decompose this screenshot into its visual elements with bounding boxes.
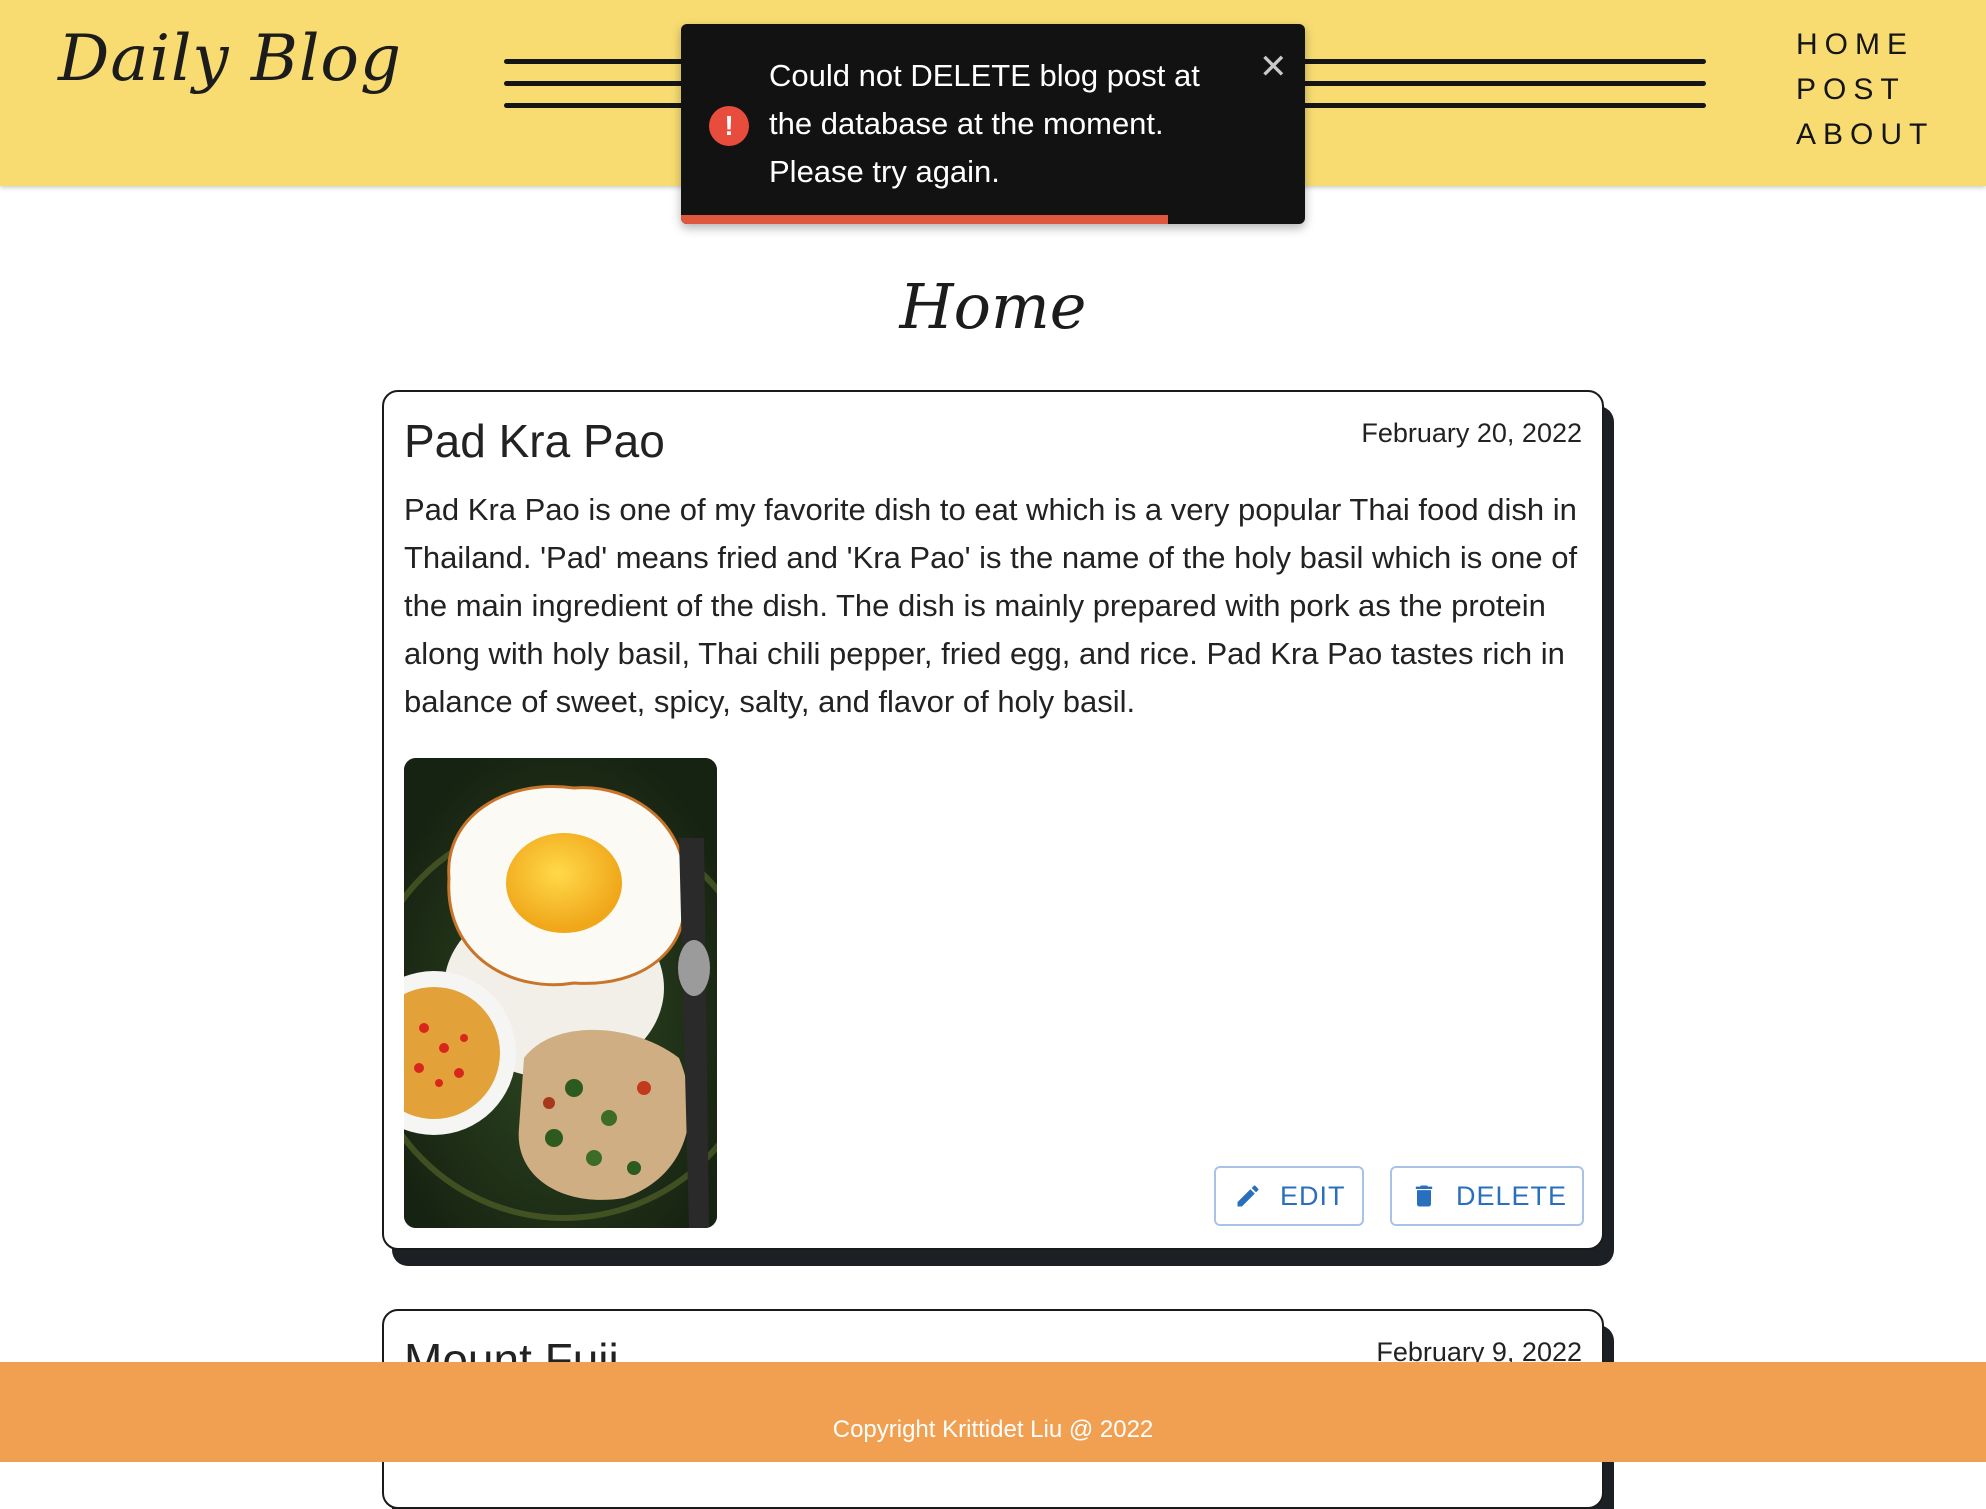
delete-button[interactable]: DELETE bbox=[1390, 1166, 1584, 1226]
site-footer: Copyright Krittidet Liu @ 2022 bbox=[0, 1362, 1986, 1462]
main-nav: HOME POST ABOUT bbox=[1796, 22, 1934, 157]
blog-post-card: Pad Kra Pao February 20, 2022 Pad Kra Pa… bbox=[382, 390, 1604, 1250]
trash-icon bbox=[1415, 1185, 1433, 1207]
nav-about-link[interactable]: ABOUT bbox=[1796, 112, 1934, 157]
edit-button[interactable]: EDIT bbox=[1214, 1166, 1364, 1226]
site-logo[interactable]: Daily Blog bbox=[58, 22, 402, 96]
pencil-icon bbox=[1237, 1185, 1259, 1207]
delete-button-label: DELETE bbox=[1456, 1180, 1568, 1211]
toast-progress-bar bbox=[681, 215, 1168, 224]
post-image bbox=[404, 758, 717, 1228]
edit-button-label: EDIT bbox=[1280, 1180, 1346, 1211]
alert-circle-icon: ! bbox=[709, 106, 749, 146]
nav-home-link[interactable]: HOME bbox=[1796, 22, 1934, 67]
page-title: Home bbox=[899, 270, 1087, 343]
nav-post-link[interactable]: POST bbox=[1796, 67, 1934, 112]
post-date: February 20, 2022 bbox=[1361, 418, 1582, 448]
post-title: Pad Kra Pao bbox=[404, 415, 665, 467]
copyright-text: Copyright Krittidet Liu @ 2022 bbox=[832, 1416, 1154, 1443]
post-body: Pad Kra Pao is one of my favorite dish t… bbox=[404, 492, 1578, 719]
error-toast: ! Could not DELETE blog post at the data… bbox=[681, 24, 1305, 224]
close-icon[interactable]: ✕ bbox=[1259, 50, 1288, 84]
toast-message: Could not DELETE blog post at the databa… bbox=[769, 58, 1200, 189]
